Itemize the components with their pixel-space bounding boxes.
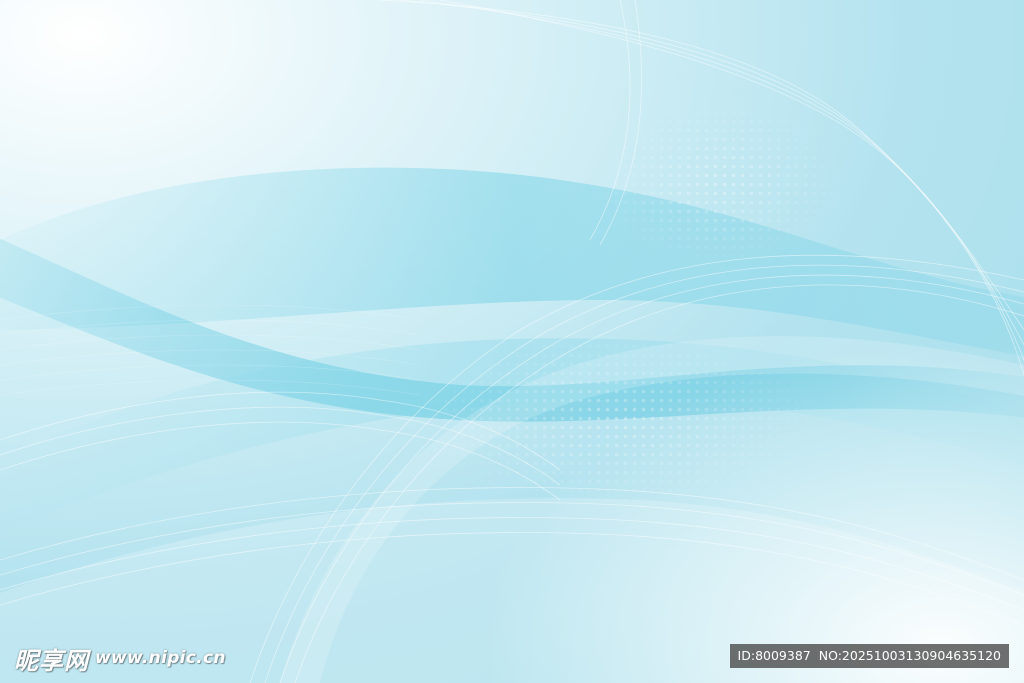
image-canvas: 昵享网 www.nipic.cn ID:8009387 NO:202510031… — [0, 0, 1024, 683]
image-id-text: ID:8009387 — [737, 648, 811, 663]
watermark-site-url: www.nipic.cn — [95, 648, 226, 668]
image-number-text: NO:20251003130904635120 — [818, 648, 1001, 663]
watermark-logo-text: 昵享网 — [14, 646, 89, 675]
abstract-blue-wave-background — [0, 0, 1024, 683]
site-watermark: 昵享网 www.nipic.cn — [14, 642, 226, 675]
image-id-badge: ID:8009387 NO:20251003130904635120 — [729, 644, 1009, 668]
